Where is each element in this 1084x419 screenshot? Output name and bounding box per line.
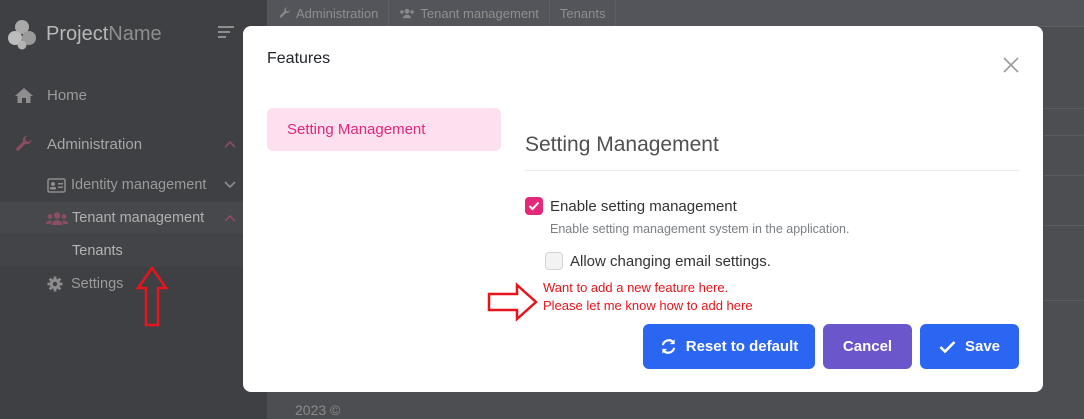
divider	[1043, 108, 1084, 109]
users-icon	[46, 211, 68, 226]
annotation-right-arrow	[487, 282, 538, 322]
check-icon	[939, 340, 956, 353]
features-modal: Features Setting Management Setting Mana…	[243, 26, 1043, 392]
refresh-icon	[661, 339, 675, 354]
sidebar-item-tenant-management[interactable]: Tenant management	[0, 202, 267, 234]
cancel-button-label: Cancel	[842, 338, 893, 355]
breadcrumb-label: Tenants	[559, 5, 606, 21]
brand-logo-icon	[8, 20, 36, 50]
divider	[1043, 135, 1084, 136]
enable-setting-management-description: Enable setting management system in the …	[550, 222, 850, 236]
sidebar-item-administration[interactable]: Administration	[0, 128, 267, 160]
chevron-up-icon[interactable]	[224, 214, 236, 222]
breadcrumb-label: Administration	[296, 5, 379, 21]
reset-to-default-button[interactable]: Reset to default	[643, 324, 815, 369]
section-title: Setting Management	[525, 133, 719, 156]
divider	[1043, 300, 1084, 301]
sidebar: ProjectName Home Administration Identity…	[0, 0, 267, 419]
breadcrumb-item-administration[interactable]: Administration	[267, 0, 390, 27]
annotation-up-arrow	[136, 266, 168, 327]
divider	[1043, 175, 1084, 176]
wrench-icon	[13, 135, 35, 153]
close-icon[interactable]	[1002, 56, 1020, 74]
allow-email-settings-label[interactable]: Allow changing email settings.	[570, 253, 771, 270]
sidebar-item-home-label: Home	[47, 86, 88, 104]
tab-label: Setting Management	[287, 121, 426, 138]
id-card-icon	[46, 177, 66, 193]
divider	[1043, 225, 1084, 226]
brand-name-primary: Project	[46, 22, 109, 45]
sidebar-item-tenants[interactable]: Tenants	[0, 235, 267, 267]
breadcrumb-item-tenants[interactable]: Tenants	[550, 0, 617, 27]
sidebar-item-settings-label: Settings	[71, 276, 124, 292]
breadcrumb-label: Tenant management	[420, 5, 539, 21]
breadcrumb: Administration Tenant management Tenants	[267, 0, 1084, 27]
brand[interactable]: ProjectName	[6, 16, 162, 52]
brand-name-secondary: Name	[108, 22, 162, 45]
sidebar-item-tenant-management-label: Tenant management	[72, 210, 205, 226]
modal-title: Features	[267, 50, 331, 67]
sidebar-item-settings[interactable]: Settings	[0, 268, 267, 300]
enable-setting-management-label[interactable]: Enable setting management	[550, 198, 737, 215]
enable-setting-management-checkbox[interactable]	[525, 197, 543, 215]
sidebar-item-identity-management-label: Identity management	[71, 177, 207, 193]
chevron-down-icon[interactable]	[224, 181, 236, 189]
sidebar-item-administration-label: Administration	[47, 135, 143, 153]
footer-copyright: 2023 ©	[295, 402, 341, 418]
save-button-label: Save	[964, 338, 1001, 355]
menu-toggle-icon[interactable]	[218, 26, 234, 38]
sidebar-item-tenants-label: Tenants	[72, 243, 123, 259]
reset-button-label: Reset to default	[685, 338, 799, 355]
sidebar-item-identity-management[interactable]: Identity management	[0, 169, 267, 201]
allow-email-settings-checkbox[interactable]	[545, 252, 563, 270]
home-icon	[13, 87, 35, 104]
users-icon	[400, 8, 415, 18]
check-icon	[528, 201, 540, 211]
breadcrumb-item-tenant-management[interactable]: Tenant management	[389, 0, 550, 27]
brand-name: ProjectName	[46, 23, 162, 46]
divider	[525, 170, 1019, 171]
gear-icon	[46, 276, 64, 292]
wrench-icon	[279, 7, 291, 18]
tab-setting-management[interactable]: Setting Management	[267, 108, 501, 151]
annotation-note: Want to add a new feature here. Please l…	[543, 280, 753, 313]
cancel-button[interactable]: Cancel	[823, 324, 912, 369]
sidebar-item-home[interactable]: Home	[0, 79, 267, 111]
save-button[interactable]: Save	[920, 324, 1019, 369]
chevron-up-icon[interactable]	[224, 140, 236, 148]
